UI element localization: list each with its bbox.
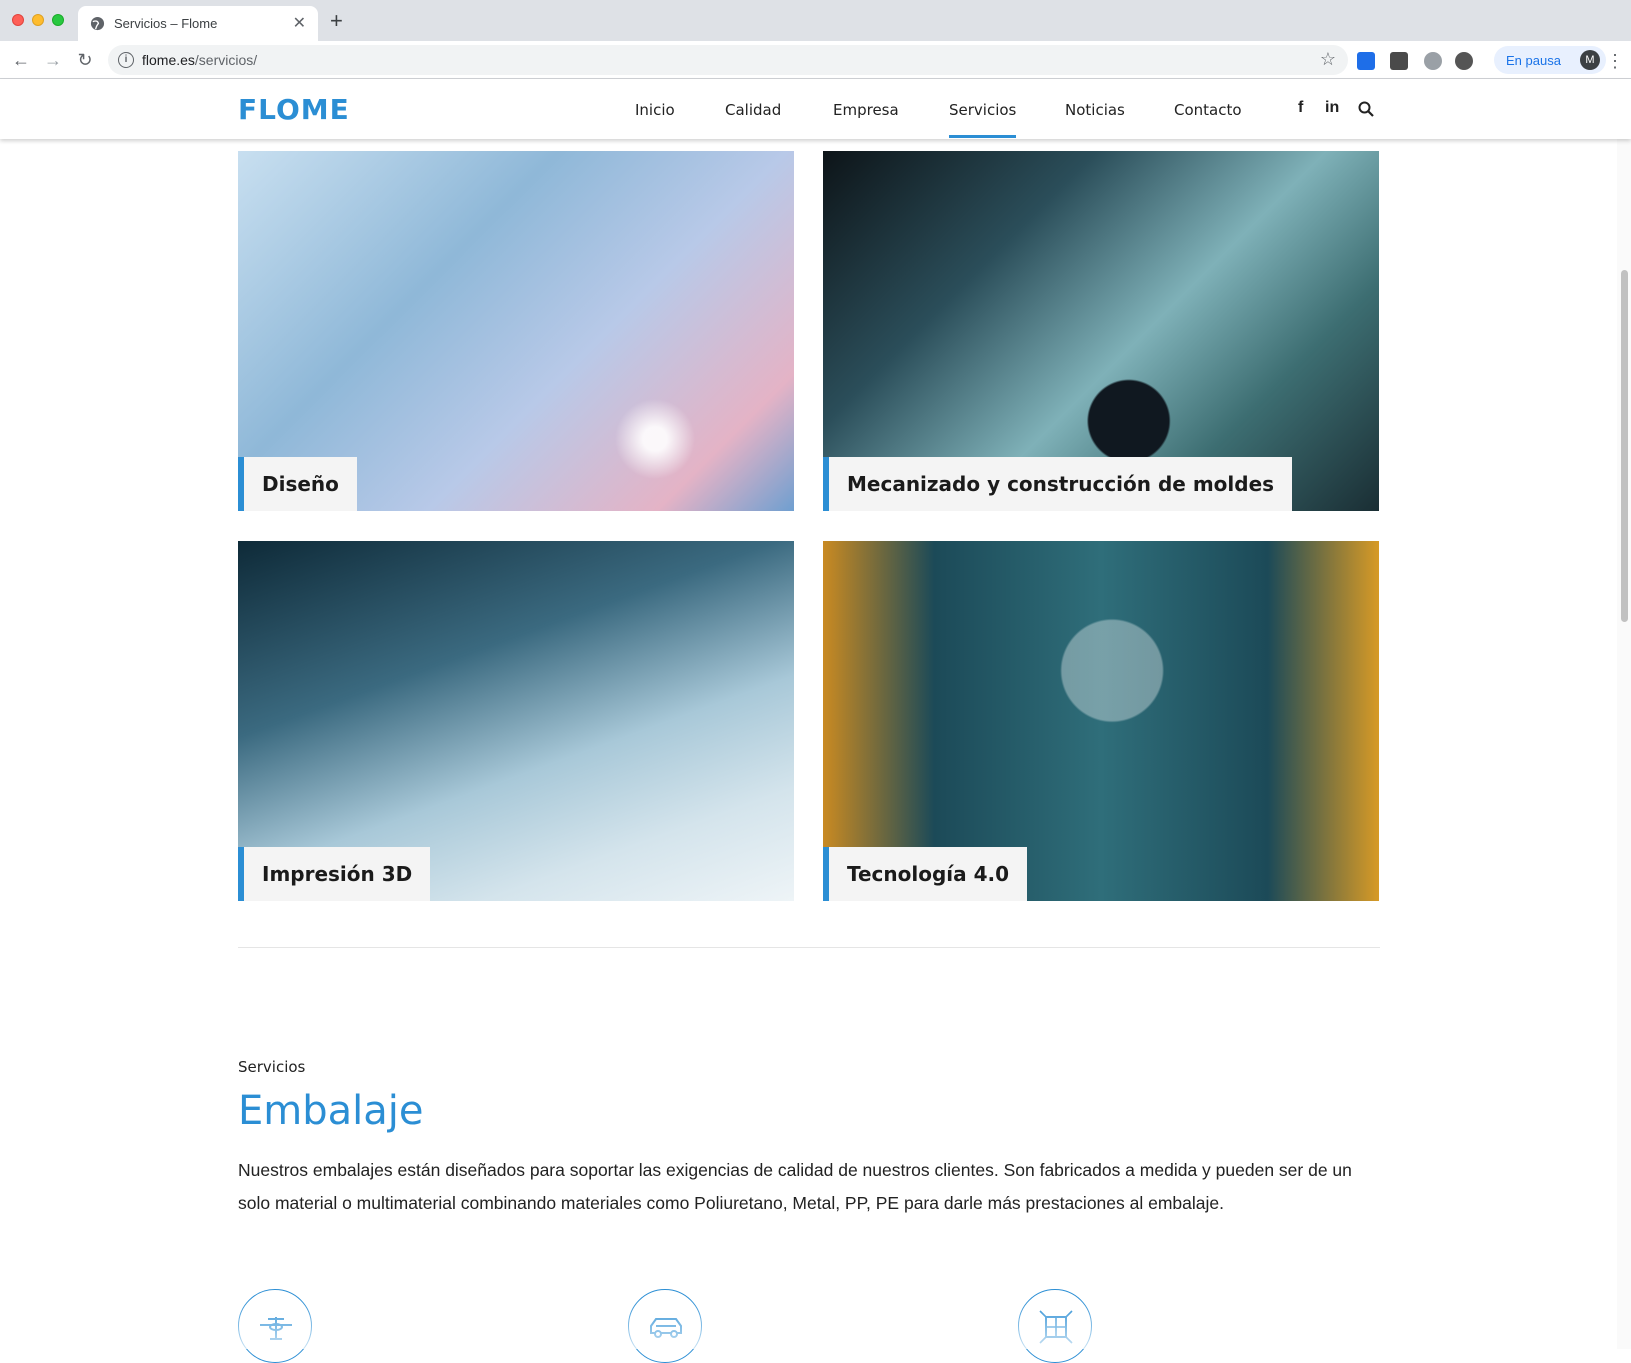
window-minimize-button[interactable] — [32, 14, 44, 26]
url-path: /servicios/ — [194, 52, 258, 68]
info-icon[interactable]: i — [118, 52, 134, 68]
tab-title: Servicios – Flome — [114, 16, 218, 31]
airplane-icon — [260, 1317, 292, 1340]
car-icon — [650, 1318, 682, 1338]
browser-menu-icon[interactable]: ⋮ — [1606, 51, 1624, 72]
service-card-mecanizado[interactable]: Mecanizado y construcción de moldes — [823, 151, 1379, 511]
feature-airplane[interactable] — [238, 1289, 312, 1363]
network-cube-icon — [1039, 1310, 1073, 1344]
nav-inicio[interactable]: Inicio — [635, 101, 675, 119]
nav-noticias[interactable]: Noticias — [1065, 101, 1125, 119]
window-zoom-button[interactable] — [52, 14, 64, 26]
tab-close-icon[interactable]: ✕ — [293, 13, 306, 33]
help-extension-icon[interactable] — [1424, 52, 1442, 70]
address-bar[interactable]: i flome.es/servicios/ ☆ — [108, 45, 1348, 75]
nav-empresa[interactable]: Empresa — [833, 101, 899, 119]
window-close-button[interactable] — [12, 14, 24, 26]
url-text[interactable]: flome.es/servicios/ — [142, 52, 257, 68]
site-header: FLOME Inicio Calidad Empresa Servicios N… — [0, 79, 1631, 139]
globe-icon — [90, 16, 105, 31]
service-card-tecnologia[interactable]: Tecnología 4.0 — [823, 541, 1379, 901]
qa-extension-icon[interactable] — [1390, 52, 1408, 70]
nav-contacto[interactable]: Contacto — [1174, 101, 1242, 119]
feature-car[interactable] — [628, 1289, 702, 1363]
browser-toolbar: ← → ↻ i flome.es/servicios/ ☆ En pausa M… — [0, 41, 1631, 79]
forward-arrow-icon[interactable]: → — [40, 47, 66, 73]
section-divider — [238, 947, 1380, 948]
section-title: Embalaje — [238, 1088, 424, 1134]
url-host: flome.es — [142, 52, 195, 68]
avatar: M — [1580, 50, 1600, 70]
section-body: Nuestros embalajes están diseñados para … — [238, 1160, 1352, 1213]
service-card-impresion-3d[interactable]: Impresión 3D — [238, 541, 794, 901]
profile-button[interactable]: En pausa M — [1494, 46, 1606, 74]
facebook-icon[interactable]: f — [1298, 99, 1303, 117]
nav-calidad[interactable]: Calidad — [725, 101, 781, 119]
reload-icon[interactable]: ↻ — [72, 47, 98, 73]
back-arrow-icon[interactable]: ← — [8, 47, 34, 73]
card-caption: Mecanizado y construcción de moldes — [823, 457, 1293, 511]
new-tab-button[interactable]: + — [330, 8, 343, 34]
profile-status: En pausa — [1506, 53, 1561, 68]
card-caption: Impresión 3D — [238, 847, 431, 901]
service-card-diseno[interactable]: Diseño — [238, 151, 794, 511]
browser-tab[interactable]: Servicios – Flome ✕ — [78, 6, 318, 41]
extension-icon[interactable] — [1455, 52, 1473, 70]
page-scrollbar-thumb[interactable] — [1621, 270, 1628, 622]
card-caption: Diseño — [238, 457, 357, 511]
linkedin-icon[interactable]: in — [1325, 99, 1339, 117]
browser-tab-strip: Servicios – Flome ✕ + — [0, 0, 1631, 41]
dropbox-extension-icon[interactable] — [1357, 52, 1375, 70]
search-icon[interactable] — [1358, 101, 1374, 117]
feature-network[interactable] — [1018, 1289, 1092, 1363]
nav-servicios[interactable]: Servicios — [949, 101, 1017, 138]
site-logo[interactable]: FLOME — [238, 93, 350, 126]
section-kicker: Servicios — [238, 1058, 306, 1076]
bookmark-star-icon[interactable]: ☆ — [1320, 49, 1336, 70]
card-caption: Tecnología 4.0 — [823, 847, 1028, 901]
